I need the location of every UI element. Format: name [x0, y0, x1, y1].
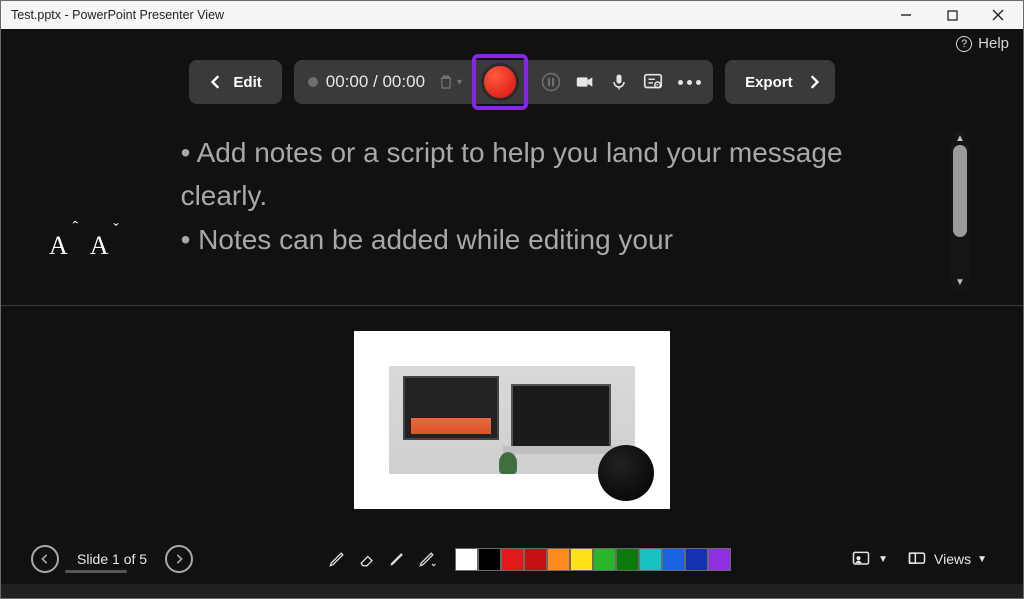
- camera-icon: [574, 71, 596, 93]
- teleprompter-icon: [642, 71, 664, 93]
- chevron-right-icon: [174, 554, 184, 564]
- chevron-left-icon: [209, 75, 223, 89]
- color-swatch[interactable]: [662, 548, 685, 571]
- color-swatch[interactable]: [639, 548, 662, 571]
- ink-tools: [327, 548, 731, 571]
- eraser-icon[interactable]: [357, 549, 377, 569]
- chevron-left-icon: [40, 554, 50, 564]
- slide-counter: Slide 1 of 5: [73, 551, 151, 567]
- color-swatch[interactable]: [685, 548, 708, 571]
- pause-button[interactable]: [538, 69, 564, 95]
- recording-controls: 00:00 / 00:00 ▾: [294, 60, 713, 104]
- views-icon: [906, 548, 928, 570]
- microphone-icon: [609, 72, 629, 92]
- window-title: Test.pptx - PowerPoint Presenter View: [11, 8, 224, 22]
- teleprompter-button[interactable]: [640, 69, 666, 95]
- chevron-right-icon: [807, 75, 821, 89]
- close-button[interactable]: [975, 1, 1021, 29]
- cameo-menu[interactable]: ▼: [850, 548, 888, 570]
- export-label: Export: [745, 74, 793, 91]
- notes-line: • Notes can be added while editing your: [181, 218, 929, 261]
- minimize-button[interactable]: [883, 1, 929, 29]
- help-label: Help: [978, 35, 1009, 52]
- notes-pane: A A • Add notes or a script to help you …: [1, 107, 1023, 305]
- scroll-down-arrow: ▼: [955, 277, 965, 289]
- bottom-toolbar: Slide 1 of 5 ▼: [1, 534, 1023, 584]
- camera-preview-circle[interactable]: [598, 445, 654, 501]
- view-controls: ▼ Views ▼: [850, 548, 987, 570]
- trash-icon: [437, 73, 455, 91]
- bottom-margin: [1, 584, 1023, 598]
- app-body: ? Help Edit 00:00 / 00:00 ▾: [1, 29, 1023, 598]
- record-button[interactable]: [481, 63, 519, 101]
- dots-icon: [678, 80, 683, 85]
- app-window: Test.pptx - PowerPoint Presenter View ? …: [0, 0, 1024, 599]
- pen-dropdown-icon[interactable]: [417, 549, 437, 569]
- microphone-toggle[interactable]: [606, 69, 632, 95]
- chevron-down-icon: ▾: [457, 77, 462, 88]
- color-swatch[interactable]: [501, 548, 524, 571]
- scrollbar-thumb[interactable]: [953, 145, 967, 237]
- help-button[interactable]: ? Help: [956, 35, 1009, 52]
- color-swatch[interactable]: [478, 548, 501, 571]
- color-swatch[interactable]: [524, 548, 547, 571]
- maximize-button[interactable]: [929, 1, 975, 29]
- color-swatch[interactable]: [708, 548, 731, 571]
- pen-icon[interactable]: [327, 549, 347, 569]
- color-swatch[interactable]: [616, 548, 639, 571]
- title-bar: Test.pptx - PowerPoint Presenter View: [1, 1, 1023, 29]
- notes-line: • Add notes or a script to help you land…: [181, 131, 929, 218]
- color-swatch[interactable]: [547, 548, 570, 571]
- record-button-highlight: [472, 54, 528, 110]
- delete-take-button[interactable]: ▾: [437, 73, 462, 91]
- slide-image: [389, 366, 635, 474]
- color-swatch[interactable]: [455, 548, 478, 571]
- timer-display: 00:00 / 00:00: [308, 72, 425, 92]
- notes-text[interactable]: • Add notes or a script to help you land…: [121, 131, 939, 261]
- color-swatch[interactable]: [570, 548, 593, 571]
- scroll-up-arrow: ▲: [955, 133, 965, 145]
- views-menu[interactable]: Views ▼: [906, 548, 987, 570]
- export-button[interactable]: Export: [725, 60, 835, 104]
- edit-label: Edit: [233, 74, 261, 91]
- more-options-button[interactable]: [678, 80, 701, 85]
- increase-font-button[interactable]: A: [49, 231, 68, 261]
- views-label: Views: [934, 551, 971, 567]
- chevron-down-icon: ▼: [977, 554, 987, 565]
- current-slide-thumbnail[interactable]: [354, 331, 670, 509]
- edit-button[interactable]: Edit: [189, 60, 281, 104]
- chevron-down-icon: ▼: [878, 554, 888, 565]
- previous-slide-button[interactable]: [31, 545, 59, 573]
- font-size-controls: A A: [49, 231, 109, 261]
- window-controls: [883, 1, 1021, 29]
- decrease-font-button[interactable]: A: [90, 231, 109, 261]
- color-swatches: [455, 548, 731, 571]
- slide-preview-area: [1, 306, 1023, 534]
- recording-toolbar: Edit 00:00 / 00:00 ▾: [1, 57, 1023, 107]
- pause-icon: [541, 72, 561, 92]
- record-status-dot: [308, 77, 318, 87]
- timer-text: 00:00 / 00:00: [326, 72, 425, 92]
- cameo-icon: [850, 548, 872, 570]
- next-slide-button[interactable]: [165, 545, 193, 573]
- notes-scrollbar[interactable]: ▲ ▼: [951, 131, 969, 291]
- highlighter-icon[interactable]: [387, 549, 407, 569]
- camera-toggle[interactable]: [572, 69, 598, 95]
- color-swatch[interactable]: [593, 548, 616, 571]
- help-icon: ?: [956, 36, 972, 52]
